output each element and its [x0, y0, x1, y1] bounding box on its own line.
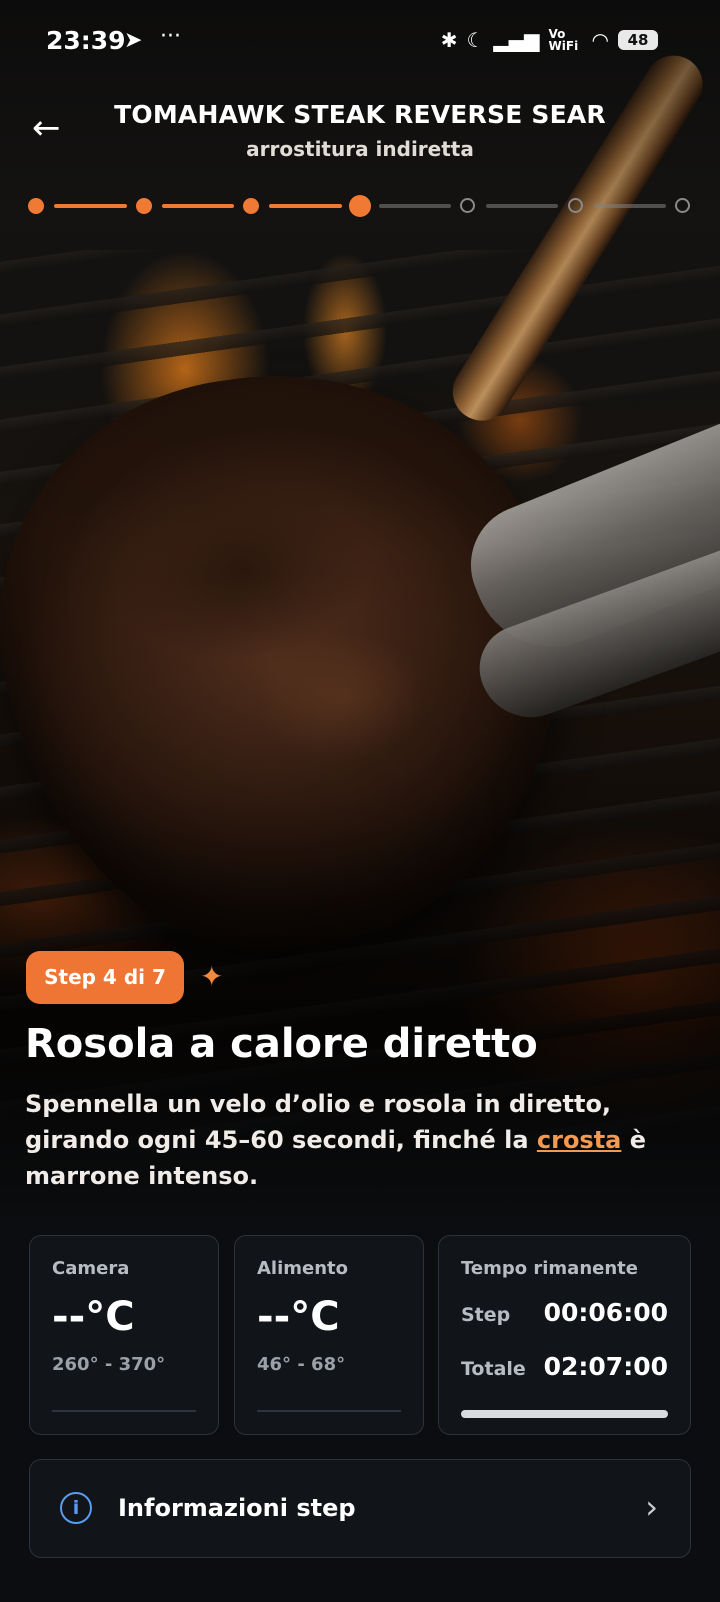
step-dot-5: [460, 198, 475, 213]
alimento-range: 46° - 68°: [257, 1354, 346, 1375]
step-title: Rosola a calore diretto: [25, 1021, 538, 1067]
telegram-icon: ➤: [124, 28, 143, 53]
step-info-button[interactable]: i Informazioni step ›: [29, 1459, 691, 1558]
step-info-label: Informazioni step: [118, 1494, 356, 1522]
step-dot-6: [568, 198, 583, 213]
total-time-value: 02:07:00: [543, 1352, 668, 1381]
step-dot-2: [136, 198, 152, 214]
step-line-3: [269, 204, 342, 208]
step-line-6: [594, 204, 666, 208]
battery-icon: 48: [618, 30, 658, 50]
crosta-link[interactable]: crosta: [537, 1126, 622, 1154]
status-icons: ✱ ☾ ▂▄▆ Vo WiFi ◠ 48: [441, 28, 658, 52]
step-line-5: [486, 204, 558, 208]
step-time-label: Step: [461, 1304, 511, 1326]
bluetooth-icon: ✱: [440, 28, 458, 52]
step-dot-1: [28, 198, 44, 214]
wifi-icon: ◠: [591, 28, 609, 52]
time-progress-fill: [461, 1410, 668, 1418]
step-dot-3: [243, 198, 259, 214]
time-remaining-label: Tempo rimanente: [461, 1258, 638, 1279]
step-time-row: Step 00:06:00: [461, 1296, 668, 1336]
step-line-4: [379, 204, 451, 208]
time-progress-bar: [461, 1410, 668, 1418]
step-description: Spennella un velo d’olio e rosola in dir…: [25, 1086, 695, 1194]
alimento-temperature: --°C: [257, 1294, 340, 1340]
step-time-value: 00:06:00: [543, 1298, 668, 1327]
step-badge: Step 4 di 7: [26, 951, 184, 1004]
signal-icon: ▂▄▆: [493, 28, 540, 52]
page-title: TOMAHAWK STEAK REVERSE SEAR: [114, 100, 606, 129]
camera-card: Camera --°C 260° - 370°: [29, 1235, 219, 1435]
sparkle-icon: ✦: [200, 960, 224, 993]
info-icon: i: [60, 1492, 92, 1524]
step-line-1: [54, 204, 127, 208]
status-time: 23:39: [46, 26, 126, 55]
camera-temperature: --°C: [52, 1294, 135, 1340]
camera-range: 260° - 370°: [52, 1354, 166, 1375]
status-bar: 23:39 ➤ ··· ✱ ☾ ▂▄▆ Vo WiFi ◠ 48: [0, 22, 720, 62]
page-subtitle: arrostitura indiretta: [246, 137, 474, 161]
alimento-card: Alimento --°C 46° - 68°: [234, 1235, 424, 1435]
back-arrow-icon[interactable]: ←: [32, 108, 72, 148]
step-line-2: [162, 204, 234, 208]
total-time-label: Totale: [461, 1358, 526, 1380]
step-description-text: Spennella un velo d’olio e rosola in dir…: [25, 1090, 612, 1154]
step-dot-4-current: [349, 195, 371, 217]
alimento-divider: [257, 1410, 401, 1412]
alimento-label: Alimento: [257, 1258, 349, 1279]
chevron-right-icon: ›: [645, 1488, 658, 1526]
network-label: Vo WiFi: [548, 27, 579, 53]
total-time-row: Totale 02:07:00: [461, 1350, 668, 1390]
time-remaining-card: Tempo rimanente Step 00:06:00 Totale 02:…: [438, 1235, 691, 1435]
camera-divider: [52, 1410, 196, 1412]
more-notifications-icon: ···: [160, 24, 181, 49]
camera-label: Camera: [52, 1258, 130, 1279]
step-dot-7: [675, 198, 690, 213]
step-progress: [0, 190, 720, 220]
moon-icon: ☾: [466, 28, 485, 52]
